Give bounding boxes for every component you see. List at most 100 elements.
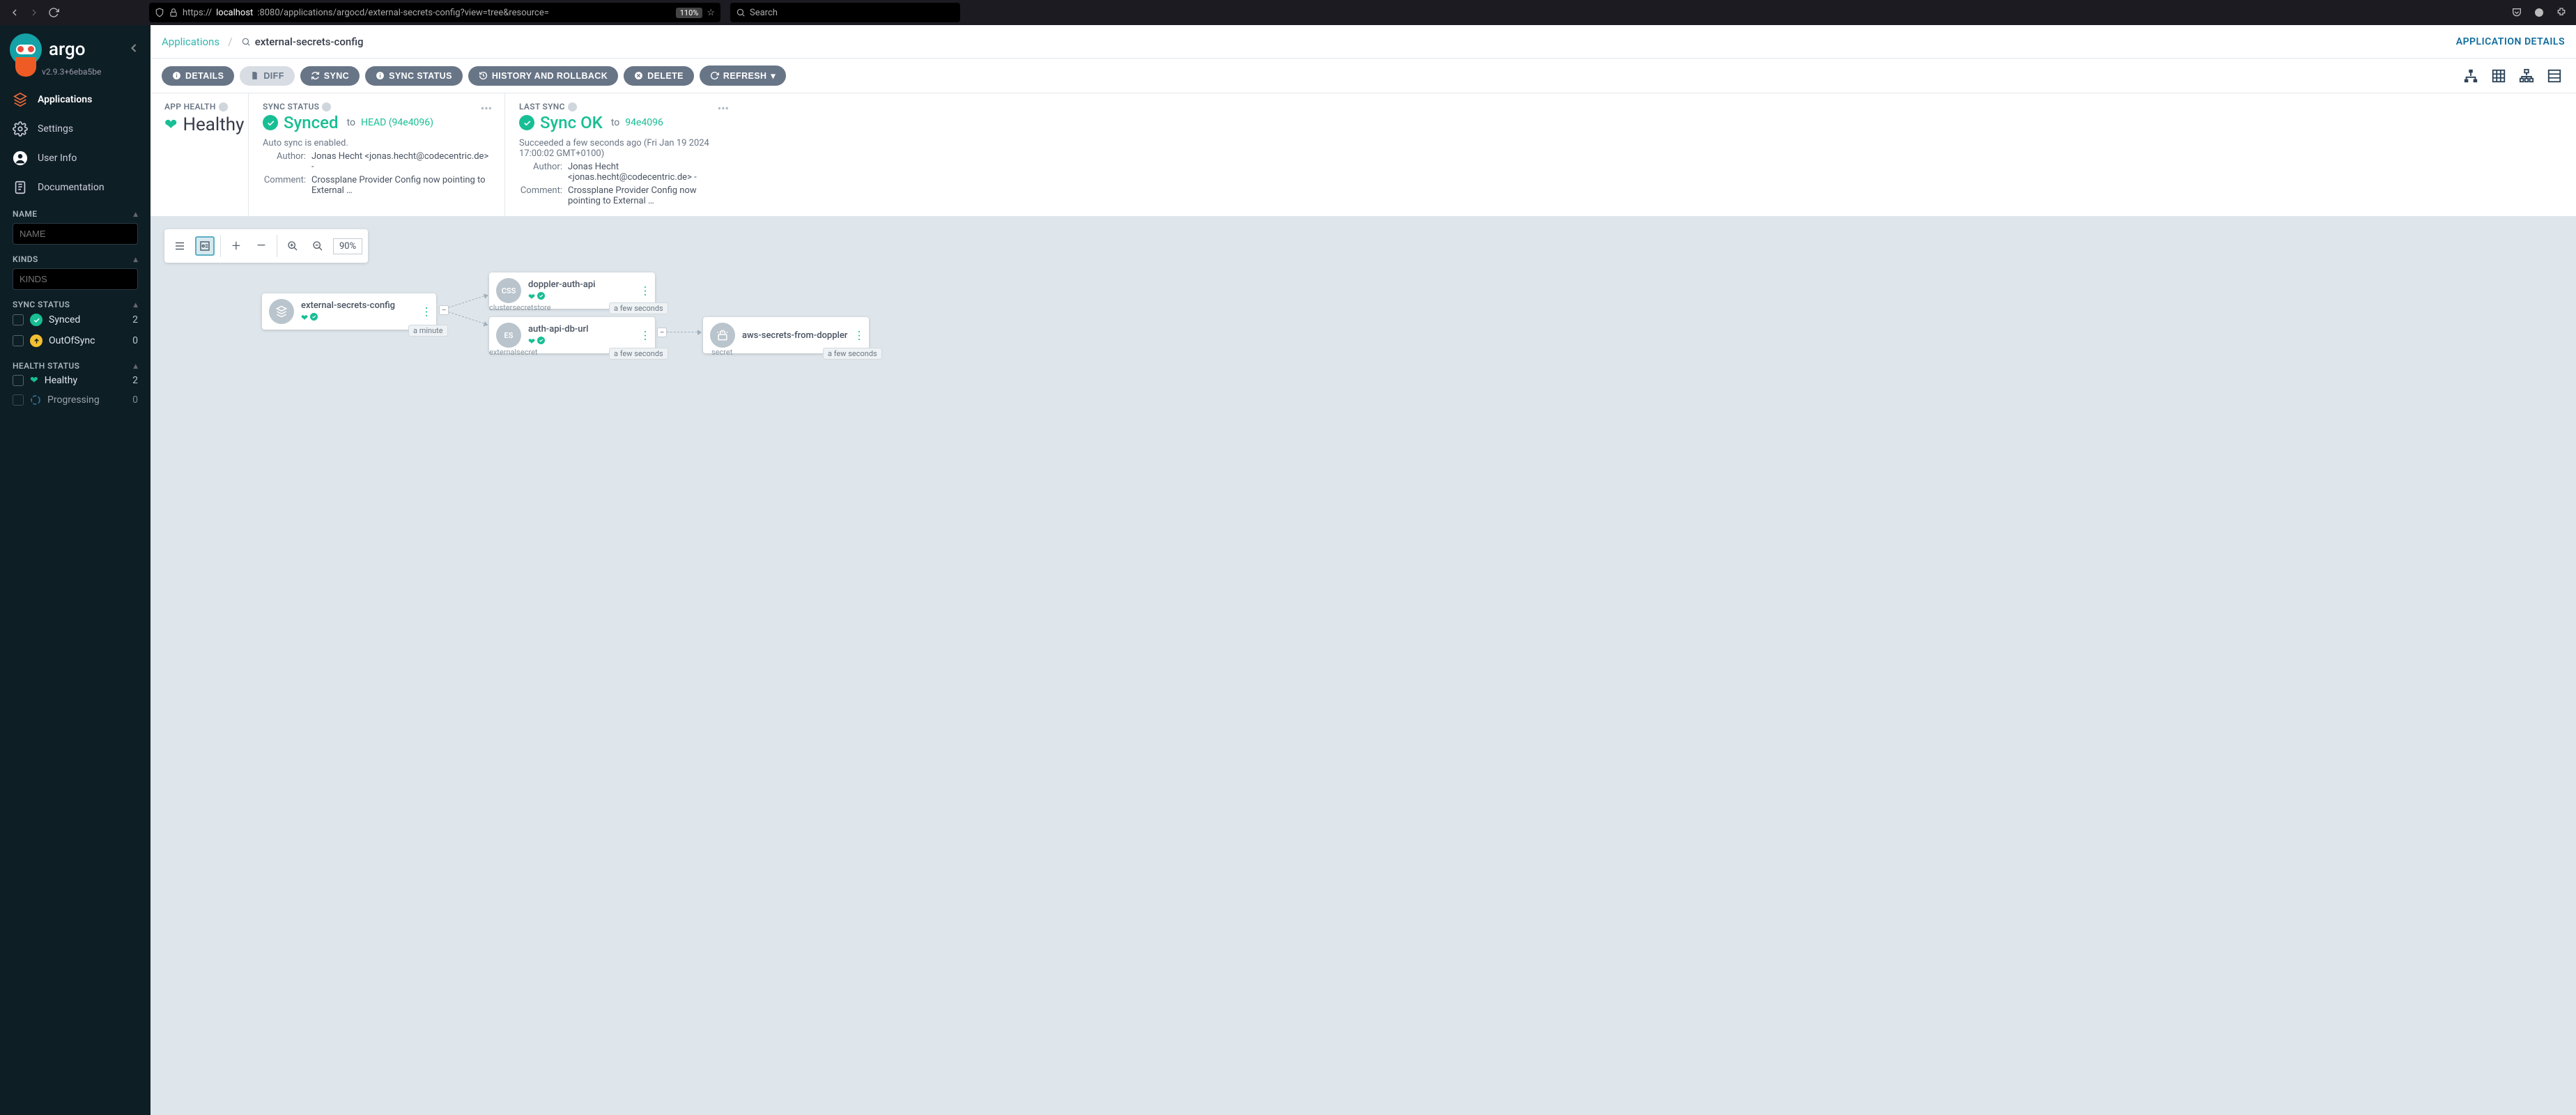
- collapse-toggle[interactable]: −: [657, 328, 667, 337]
- shield-icon: [155, 8, 164, 17]
- checkbox[interactable]: [13, 375, 24, 386]
- checkbox[interactable]: [13, 394, 24, 406]
- sidebar-item-documentation[interactable]: Documentation: [0, 173, 151, 202]
- view-mode-icons: [2462, 68, 2565, 84]
- grid-view-icon[interactable]: [2490, 68, 2509, 84]
- more-icon[interactable]: •••: [481, 102, 492, 115]
- info-icon[interactable]: [568, 102, 577, 112]
- chevron-up-icon: ▴: [134, 300, 138, 309]
- age-chip: a few seconds: [823, 348, 882, 360]
- breadcrumb-bar: Applications / external-secrets-config A…: [151, 25, 2576, 59]
- details-button[interactable]: DETAILS: [162, 66, 234, 86]
- bookmark-star-icon[interactable]: ☆: [707, 8, 715, 18]
- network-view-icon[interactable]: [2517, 68, 2537, 84]
- es-badge-icon: ES: [496, 323, 521, 348]
- sync-to-label: to: [611, 117, 619, 128]
- back-icon[interactable]: [7, 5, 22, 20]
- application-details-button[interactable]: APPLICATION DETAILS: [2456, 36, 2565, 47]
- filter-kinds-header[interactable]: KINDS▴: [13, 254, 138, 264]
- filter-sync-header[interactable]: SYNC STATUS▴: [13, 300, 138, 309]
- lastsync-value: Sync OK: [540, 113, 603, 132]
- argo-logo-icon: [10, 33, 42, 66]
- age-chip: a few seconds: [609, 302, 668, 314]
- css-badge-icon: CSS: [496, 278, 521, 303]
- search-icon[interactable]: [241, 37, 251, 47]
- chevron-up-icon: ▴: [134, 209, 138, 219]
- node-menu-icon[interactable]: ⋮: [854, 329, 865, 342]
- checkbox[interactable]: [13, 314, 24, 325]
- close-circle-icon: [634, 71, 643, 80]
- delete-button[interactable]: DELETE: [624, 66, 694, 86]
- app-health-card: APP HEALTH ❤ Healthy: [151, 93, 248, 216]
- breadcrumb-root[interactable]: Applications: [162, 36, 219, 48]
- sync-revision[interactable]: HEAD (94e4096): [361, 117, 433, 128]
- pocket-icon[interactable]: [2509, 5, 2524, 20]
- sync-to-label: to: [347, 117, 355, 128]
- sync-status-card: ••• SYNC STATUS Synced to HEAD (94e4096)…: [248, 93, 504, 216]
- history-icon: [479, 71, 488, 80]
- sync-author: Jonas Hecht <jonas.hecht@codecentric.de>…: [311, 151, 491, 172]
- history-button[interactable]: HISTORY AND ROLLBACK: [468, 66, 618, 86]
- app-layers-icon: [269, 299, 294, 324]
- forward-icon[interactable]: [26, 5, 42, 20]
- filter-label: Progressing: [47, 394, 100, 406]
- heart-icon: ❤: [30, 375, 38, 386]
- node-menu-icon[interactable]: ⋮: [640, 284, 651, 298]
- filter-count: 0: [132, 394, 138, 406]
- node-menu-icon[interactable]: ⋮: [421, 305, 432, 318]
- sync-comment: Crossplane Provider Config now pointing …: [311, 175, 491, 196]
- info-icon[interactable]: [219, 102, 228, 112]
- tree-view-icon[interactable]: [2462, 68, 2481, 84]
- sidebar-item-userinfo[interactable]: User Info: [0, 144, 151, 173]
- filter-label: Healthy: [45, 375, 77, 386]
- check-circle-icon: [537, 292, 545, 300]
- zoom-chip[interactable]: 110%: [676, 8, 703, 18]
- info-icon[interactable]: [322, 102, 331, 112]
- reload-icon[interactable]: [46, 5, 61, 20]
- url-prefix: https://: [183, 8, 212, 18]
- checkbox[interactable]: [13, 335, 24, 346]
- brand-name: argo: [49, 39, 85, 60]
- node-menu-icon[interactable]: ⋮: [640, 329, 651, 342]
- breadcrumb-current: external-secrets-config: [241, 36, 364, 48]
- filter-health-header[interactable]: HEALTH STATUS▴: [13, 361, 138, 371]
- filter-name-input[interactable]: [13, 223, 138, 245]
- filter-count: 0: [132, 335, 138, 346]
- sync-status-button[interactable]: SYNC STATUS: [365, 66, 463, 86]
- diff-button[interactable]: DIFF: [240, 66, 294, 86]
- tree-canvas[interactable]: + − 90% external-secrets-config ❤: [151, 217, 2576, 1115]
- sync-status-value: Synced: [284, 113, 339, 132]
- secret-icon: [710, 323, 735, 348]
- sidebar-collapse-icon[interactable]: [127, 41, 141, 58]
- check-circle-icon: [519, 115, 534, 130]
- sidebar-item-settings[interactable]: Settings: [0, 114, 151, 144]
- filter-kinds-input[interactable]: [13, 268, 138, 290]
- collapse-toggle[interactable]: −: [439, 305, 449, 315]
- lastsync-revision[interactable]: 94e4096: [625, 117, 663, 128]
- filter-outofsync-row[interactable]: OutOfSync 0: [13, 330, 138, 351]
- more-icon[interactable]: •••: [718, 102, 729, 115]
- refresh-button[interactable]: REFRESH ▾: [700, 66, 786, 86]
- filter-progressing-row[interactable]: Progressing 0: [13, 390, 138, 410]
- url-bar[interactable]: https://localhost:8080/applications/argo…: [149, 3, 720, 22]
- check-circle-icon: [30, 314, 43, 326]
- filter-healthy-row[interactable]: ❤ Healthy 2: [13, 371, 138, 390]
- node-kind: secret: [711, 348, 732, 357]
- filter-synced-row[interactable]: Synced 2: [13, 309, 138, 330]
- browser-search[interactable]: Search: [730, 3, 960, 22]
- lock-icon: [169, 8, 178, 17]
- check-circle-icon: [310, 313, 318, 321]
- extensions-icon[interactable]: [2554, 5, 2569, 20]
- sync-button[interactable]: SYNC: [300, 66, 360, 86]
- filter-name-header[interactable]: NAME▴: [13, 209, 138, 219]
- url-path: :8080/applications/argocd/external-secre…: [257, 8, 549, 18]
- sidebar-item-applications[interactable]: Applications: [0, 85, 151, 114]
- filter-count: 2: [132, 375, 138, 386]
- user-icon: [13, 151, 28, 166]
- chevron-up-icon: ▴: [134, 254, 138, 264]
- gear-icon: [13, 121, 28, 137]
- account-icon[interactable]: [2531, 5, 2547, 20]
- node-title: external-secrets-config: [301, 300, 395, 311]
- list-view-icon[interactable]: [2545, 68, 2565, 84]
- filter-label: Synced: [49, 314, 80, 325]
